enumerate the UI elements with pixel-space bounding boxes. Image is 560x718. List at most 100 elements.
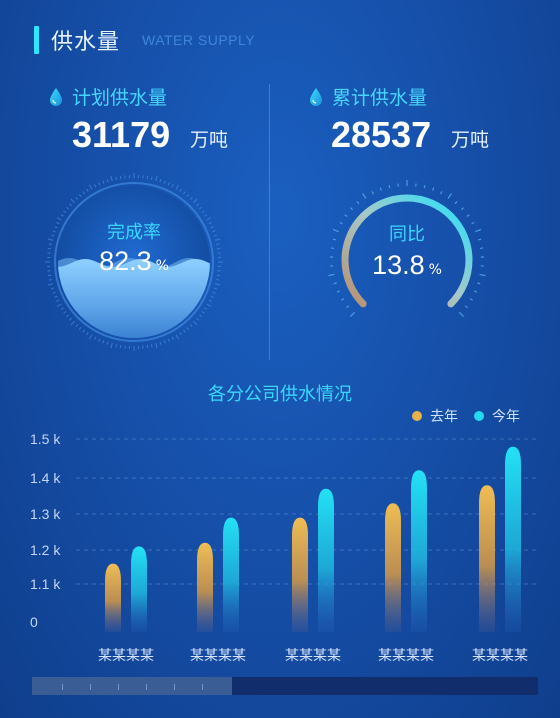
gauge-tick <box>201 310 205 314</box>
gauge-tick <box>175 184 179 190</box>
arc-tick <box>466 214 470 217</box>
thumb-grip <box>174 684 175 690</box>
gauge-tick <box>48 278 52 281</box>
y-tick-label: 1.5 k <box>30 431 61 447</box>
gauge-tick <box>102 180 105 184</box>
gauge-tick <box>63 310 67 314</box>
cumulative-supply-unit: 万吨 <box>451 129 490 151</box>
gauge-tick <box>210 295 214 298</box>
cumulative-supply-label: 累计供水量 <box>308 83 427 110</box>
gauge-tick <box>89 334 93 340</box>
gauge-tick <box>56 299 60 302</box>
arc-tick <box>440 191 443 195</box>
arc-tick <box>341 298 345 301</box>
gauge-tick <box>193 321 198 326</box>
chart-title: 各分公司供水情况 <box>208 384 352 405</box>
bar-this-year[interactable] <box>131 546 147 632</box>
gauge-tick <box>193 198 198 203</box>
yoy-gauge-readout: 同比 13.8% <box>312 220 502 281</box>
bar-this-year[interactable] <box>505 446 521 632</box>
gauge-tick <box>94 336 97 340</box>
y-tick-label: 1.1 k <box>30 576 61 592</box>
chart-scrollbar[interactable] <box>32 677 538 695</box>
completion-unit: % <box>155 258 169 274</box>
arc-tick <box>371 191 374 195</box>
gauge-tick <box>150 176 153 180</box>
completion-value: 82.3 <box>99 246 152 276</box>
bar-last-year[interactable] <box>385 503 401 632</box>
arc-tick <box>350 311 356 317</box>
gauge-tick <box>82 191 86 195</box>
y-tick-label: 0 <box>30 614 38 630</box>
bar-last-year[interactable] <box>292 517 308 632</box>
gauge-tick <box>110 175 113 181</box>
arc-tick <box>477 282 481 285</box>
arc-tick <box>344 214 348 217</box>
gauge-tick <box>75 197 79 200</box>
gauge-tick <box>150 344 153 348</box>
gauge-tick <box>208 299 212 302</box>
gauge-tick <box>179 332 182 336</box>
gauge-tick <box>179 188 182 192</box>
gauge-tick <box>216 278 220 281</box>
x-tick-label: 某某某某 <box>285 648 341 664</box>
arc-tick <box>388 184 391 189</box>
gauge-tick <box>66 314 70 318</box>
arc-tick <box>333 282 337 285</box>
bar-this-year[interactable] <box>318 488 334 632</box>
planned-supply-label: 计划供水量 <box>48 83 167 110</box>
arc-tick <box>362 193 367 199</box>
yoy-label: 同比 <box>389 224 425 245</box>
gauge-tick <box>213 287 217 290</box>
gauge-tick <box>196 317 199 321</box>
x-tick-label: 某某某某 <box>378 648 434 664</box>
arc-tick <box>432 187 435 191</box>
gauge-tick <box>82 329 86 333</box>
bar-last-year[interactable] <box>479 485 495 632</box>
arc-tick <box>336 290 341 293</box>
completion-value-row: 82.3% <box>44 246 224 277</box>
gauge-tick <box>159 341 162 345</box>
arc-tick <box>458 311 464 317</box>
gauge-tick <box>86 332 89 336</box>
gauge-tick <box>115 344 118 348</box>
gauge-tick <box>102 340 105 344</box>
gauge-tick <box>115 176 118 180</box>
section-subtitle: WATER SUPPLY <box>142 32 256 48</box>
completion-gauge-readout: 完成率 82.3% <box>44 218 224 277</box>
gauge-tick <box>69 317 72 321</box>
thumb-grip <box>202 684 203 690</box>
gauge-tick <box>106 179 109 183</box>
gauge-tick <box>60 214 64 217</box>
arc-tick <box>356 201 360 205</box>
gauge-tick <box>66 206 70 210</box>
gauge-tick <box>70 321 75 326</box>
thumb-grip <box>90 684 91 690</box>
gauge-tick <box>171 336 174 340</box>
x-tick-label: 某某某某 <box>98 648 154 664</box>
scrollbar-thumb[interactable] <box>32 677 232 695</box>
gauge-tick <box>60 307 64 310</box>
gauge-tick <box>94 184 97 188</box>
bar-last-year[interactable] <box>197 542 213 632</box>
gauge-tick <box>98 338 101 342</box>
thumb-grip <box>146 684 147 690</box>
gauge-tick <box>186 326 190 330</box>
arc-tick <box>350 207 354 211</box>
gauge-tick <box>75 324 79 327</box>
supply-bar-chart: 1.5 k 1.4 k 1.3 k 1.2 k 1.1 k 0 某某某某 某某某某 某某某某 某某… <box>30 431 540 664</box>
gauge-tick <box>89 184 93 190</box>
planned-supply-label-text: 计划供水量 <box>72 87 168 109</box>
bar-last-year[interactable] <box>105 563 121 632</box>
bar-this-year[interactable] <box>411 470 427 632</box>
gauge-tick <box>215 283 221 286</box>
gauge-tick <box>51 287 55 290</box>
arc-tick <box>346 305 350 309</box>
planned-supply-unit: 万吨 <box>190 129 229 151</box>
gauge-tick <box>182 329 186 333</box>
bar-this-year[interactable] <box>223 517 239 632</box>
planned-supply-value: 31179 <box>72 114 171 155</box>
yoy-value-row: 13.8% <box>312 250 502 281</box>
gauge-tick <box>198 314 202 318</box>
gauge-tick <box>167 182 170 186</box>
